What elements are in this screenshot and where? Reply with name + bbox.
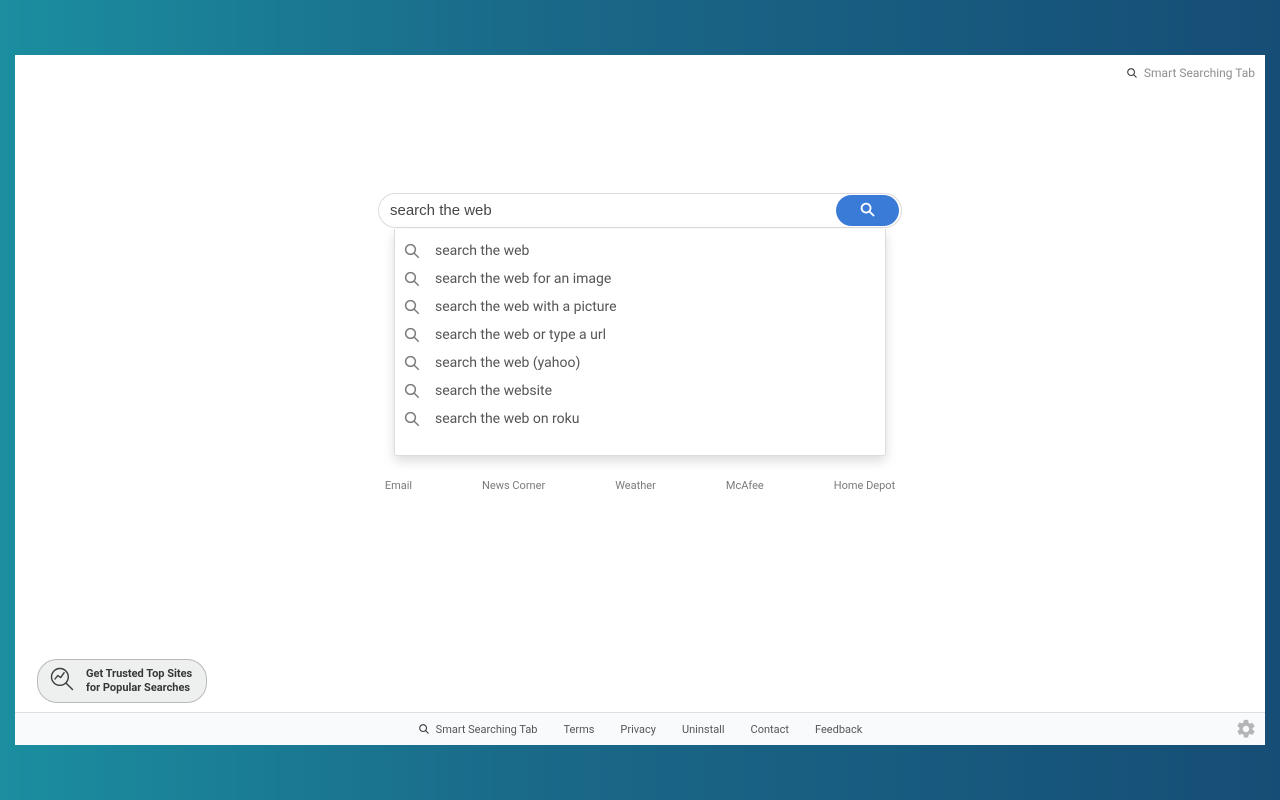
footer-link-terms[interactable]: Terms — [564, 723, 595, 736]
content-area: search the web search the web for an ima… — [15, 83, 1265, 712]
suggestion-item[interactable]: search the web on roku — [395, 405, 885, 433]
promo-line2: for Popular Searches — [86, 681, 192, 695]
magnifier-icon — [1126, 67, 1138, 79]
suggestion-text: search the website — [435, 383, 552, 399]
suggestion-item[interactable]: search the web with a picture — [395, 293, 885, 321]
suggestion-text: search the web (yahoo) — [435, 355, 580, 371]
suggestion-item[interactable]: search the web — [395, 237, 885, 265]
footer-brand[interactable]: Smart Searching Tab — [418, 723, 538, 736]
suggestion-text: search the web with a picture — [435, 299, 617, 315]
top-bar: Smart Searching Tab — [15, 55, 1265, 83]
suggestion-text: search the web — [435, 243, 529, 259]
suggestion-text: search the web on roku — [435, 411, 579, 427]
magnifier-icon — [859, 201, 876, 221]
quick-link[interactable]: McAfee — [726, 479, 764, 492]
brand-label[interactable]: Smart Searching Tab — [1144, 66, 1255, 80]
quick-link[interactable]: Email — [385, 479, 412, 492]
promo-text: Get Trusted Top Sites for Popular Search… — [86, 667, 192, 695]
magnifier-icon — [403, 326, 421, 344]
suggestion-text: search the web or type a url — [435, 327, 606, 343]
quick-link[interactable]: Home Depot — [834, 479, 895, 492]
search-input[interactable] — [390, 202, 836, 219]
footer-link-contact[interactable]: Contact — [751, 723, 789, 736]
suggestion-item[interactable]: search the web for an image — [395, 265, 885, 293]
quick-link[interactable]: News Corner — [482, 479, 545, 492]
search-container: search the web search the web for an ima… — [378, 193, 902, 228]
magnifier-icon — [403, 242, 421, 260]
quick-link[interactable]: Weather — [615, 479, 656, 492]
suggestion-text: search the web for an image — [435, 271, 611, 287]
page: Smart Searching Tab search the web — [15, 55, 1265, 745]
promo-bubble[interactable]: Get Trusted Top Sites for Popular Search… — [37, 659, 207, 703]
search-bar — [378, 193, 902, 228]
footer-brand-label: Smart Searching Tab — [436, 723, 538, 736]
magnifier-icon — [403, 410, 421, 428]
footer: Smart Searching Tab Terms Privacy Uninst… — [15, 712, 1265, 745]
magnifier-icon — [403, 298, 421, 316]
suggestion-item[interactable]: search the web (yahoo) — [395, 349, 885, 377]
footer-link-privacy[interactable]: Privacy — [620, 723, 656, 736]
suggestions-dropdown: search the web search the web for an ima… — [394, 229, 886, 456]
magnifier-icon — [403, 354, 421, 372]
chart-magnifier-icon — [48, 665, 76, 697]
suggestion-item[interactable]: search the website — [395, 377, 885, 405]
suggestion-item[interactable]: search the web or type a url — [395, 321, 885, 349]
quick-links-row: Email News Corner Weather McAfee Home De… — [385, 479, 895, 492]
footer-link-uninstall[interactable]: Uninstall — [682, 723, 725, 736]
promo-line1: Get Trusted Top Sites — [86, 667, 192, 681]
footer-link-feedback[interactable]: Feedback — [815, 723, 862, 736]
search-button[interactable] — [836, 195, 899, 226]
magnifier-icon — [403, 382, 421, 400]
magnifier-icon — [418, 723, 430, 735]
magnifier-icon — [403, 270, 421, 288]
settings-button[interactable] — [1235, 718, 1257, 740]
gear-icon — [1235, 718, 1257, 740]
